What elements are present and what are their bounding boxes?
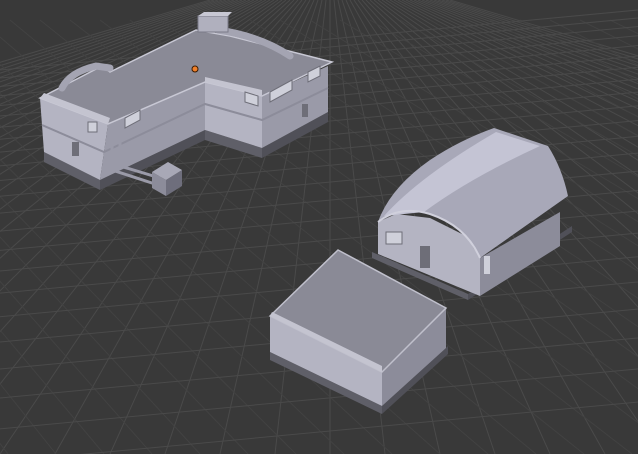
door [420, 246, 430, 268]
roof-hvac-top [198, 12, 232, 16]
roof-hvac-unit [197, 15, 229, 33]
door [72, 142, 79, 156]
object-origin-marker[interactable] [191, 65, 199, 73]
door [302, 104, 308, 117]
grid-line [80, 401, 638, 454]
window [385, 231, 403, 245]
quonset-hangar[interactable] [372, 128, 572, 300]
hangar-end-light [484, 256, 490, 274]
window [87, 121, 98, 133]
viewport-canvas[interactable] [0, 0, 638, 454]
3d-viewport[interactable] [0, 0, 638, 454]
grid-line [0, 382, 57, 454]
